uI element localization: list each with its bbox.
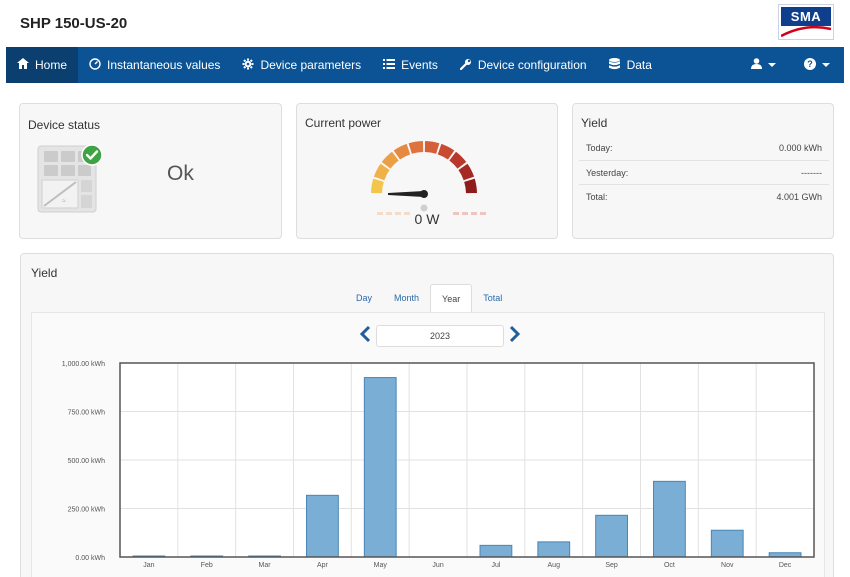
x-tick-label: Feb [201, 562, 213, 569]
device-title: SHP 150-US-20 [20, 15, 128, 32]
bar-oct [653, 480, 686, 558]
gauge-segment [424, 141, 440, 154]
nav-events-label: Events [401, 58, 438, 72]
gauge-icon [89, 57, 101, 73]
nav-home-label: Home [35, 58, 68, 72]
bar-nov [710, 529, 744, 558]
yield-period-tabs: Day Month Year Total [345, 284, 513, 312]
nav-instantaneous-label: Instantaneous values [107, 58, 221, 72]
gauge-segment [381, 151, 399, 169]
database-icon [609, 57, 621, 73]
bar-jul [479, 544, 513, 558]
help-menu-button[interactable]: ? [790, 47, 844, 83]
list-icon [383, 58, 396, 72]
gauge-segment [437, 143, 455, 160]
user-icon [751, 58, 762, 72]
x-tick-label: Sep [605, 562, 618, 569]
main-navbar: Home Instantaneous values Device paramet… [6, 47, 844, 83]
nav-home[interactable]: Home [6, 47, 79, 83]
x-tick-label: Mar [259, 562, 272, 569]
tab-month[interactable]: Month [383, 284, 430, 312]
top-header: SHP 150-US-20 SMA [0, 0, 850, 46]
nav-data-label: Data [626, 58, 652, 72]
x-tick-label: May [374, 562, 388, 569]
sma-logo[interactable]: SMA [778, 4, 834, 40]
yield-row-yesterday: Yesterday: ------- [579, 160, 829, 184]
yield-row-today: Today: 0.000 kWh [579, 136, 829, 160]
gear-icon [242, 58, 254, 73]
y-tick-label: 0.00 kWh [75, 555, 105, 562]
nav-device-parameters-label: Device parameters [260, 58, 362, 72]
gauge-hub [420, 190, 428, 198]
yield-chart-panel: Yield Day Month Year Total 2023 0.00 kWh… [20, 253, 834, 577]
yield-row-total: Total: 4.001 GWh [579, 184, 829, 208]
svg-text:?: ? [807, 59, 813, 69]
current-power-value: 0 W [414, 211, 440, 227]
yield-table: Today: 0.000 kWh Yesterday: ------- Tota… [579, 136, 829, 208]
yield-bar-chart: 0.00 kWh 250.00 kWh 500.00 kWh 750.00 kWh 1,… [62, 361, 815, 569]
wrench-icon [459, 58, 472, 73]
yield-row-label: Today: [586, 143, 613, 153]
gauge-segment [449, 151, 467, 169]
x-tick-label: Nov [721, 562, 734, 569]
gauge-segment [458, 163, 475, 181]
chevron-down-icon [822, 63, 830, 67]
nav-device-configuration[interactable]: Device configuration [449, 47, 598, 83]
x-tick-label: Oct [664, 562, 675, 569]
gauge-segment [464, 178, 477, 194]
device-status-value: Ok [167, 162, 194, 185]
yield-row-value: ------- [801, 167, 822, 178]
help-icon: ? [804, 57, 816, 73]
nav-right: ? [737, 47, 844, 83]
home-icon [17, 58, 29, 72]
user-menu-button[interactable] [737, 47, 790, 83]
yield-row-label: Total: [586, 191, 608, 202]
nav-device-configuration-label: Device configuration [477, 58, 587, 72]
check-ok-icon [81, 144, 103, 166]
chevron-down-icon [768, 63, 776, 67]
x-tick-label: Jul [491, 562, 500, 569]
tab-day[interactable]: Day [345, 284, 383, 312]
gauge-segment [371, 178, 384, 194]
tab-year[interactable]: Year [430, 284, 473, 312]
power-gauge [371, 141, 486, 215]
y-tick-label: 500.00 kWh [68, 458, 105, 465]
yield-row-label: Yesterday: [586, 167, 629, 178]
yield-summary-title: Yield [581, 116, 608, 130]
yield-row-value: 0.000 kWh [778, 143, 822, 153]
nav-device-parameters[interactable]: Device parameters [231, 47, 372, 83]
chart-area: 2023 0.00 kWh 250.00 kWh 500.00 kWh 750.00 … [31, 312, 825, 577]
current-power-panel: Current power 0 W [296, 103, 558, 239]
yield-chart-title: Yield [31, 266, 58, 280]
yield-row-value: 4.001 GWh [776, 191, 822, 202]
gauge-needle [388, 191, 424, 197]
app-root: SHP 150-US-20 SMA Home Instantaneous val… [0, 0, 850, 577]
current-power-title: Current power [305, 116, 382, 130]
logo-text: SMA [781, 7, 831, 26]
x-tick-label: Dec [779, 562, 792, 569]
nav-instantaneous-values[interactable]: Instantaneous values [78, 47, 231, 83]
nav-events[interactable]: Events [372, 47, 449, 83]
yield-summary-panel: Yield Today: 0.000 kWh Yesterday: ------… [572, 103, 834, 239]
svg-text:≈: ≈ [62, 198, 66, 205]
gauge-segment [408, 141, 424, 154]
x-tick-label: Aug [548, 562, 561, 569]
y-tick-label: 250.00 kWh [68, 507, 105, 514]
bar-sep [595, 514, 628, 558]
bar-aug [537, 541, 571, 558]
x-tick-label: Jun [432, 562, 443, 569]
logo-swoosh-icon [781, 25, 831, 37]
gauge-segment [393, 143, 411, 160]
nav-data[interactable]: Data [598, 47, 663, 83]
y-tick-label: 1,000.00 kWh [62, 361, 105, 368]
bar-apr [306, 494, 339, 558]
tab-total[interactable]: Total [472, 284, 513, 312]
x-tick-label: Jan [143, 562, 154, 569]
gauge-segment [373, 163, 390, 181]
y-tick-label: 750.00 kWh [68, 410, 105, 417]
bar-may [363, 377, 397, 558]
device-status-title: Device status [28, 118, 101, 132]
x-tick-label: Apr [317, 562, 329, 569]
device-status-panel: Device status ≈ Ok [19, 103, 282, 239]
